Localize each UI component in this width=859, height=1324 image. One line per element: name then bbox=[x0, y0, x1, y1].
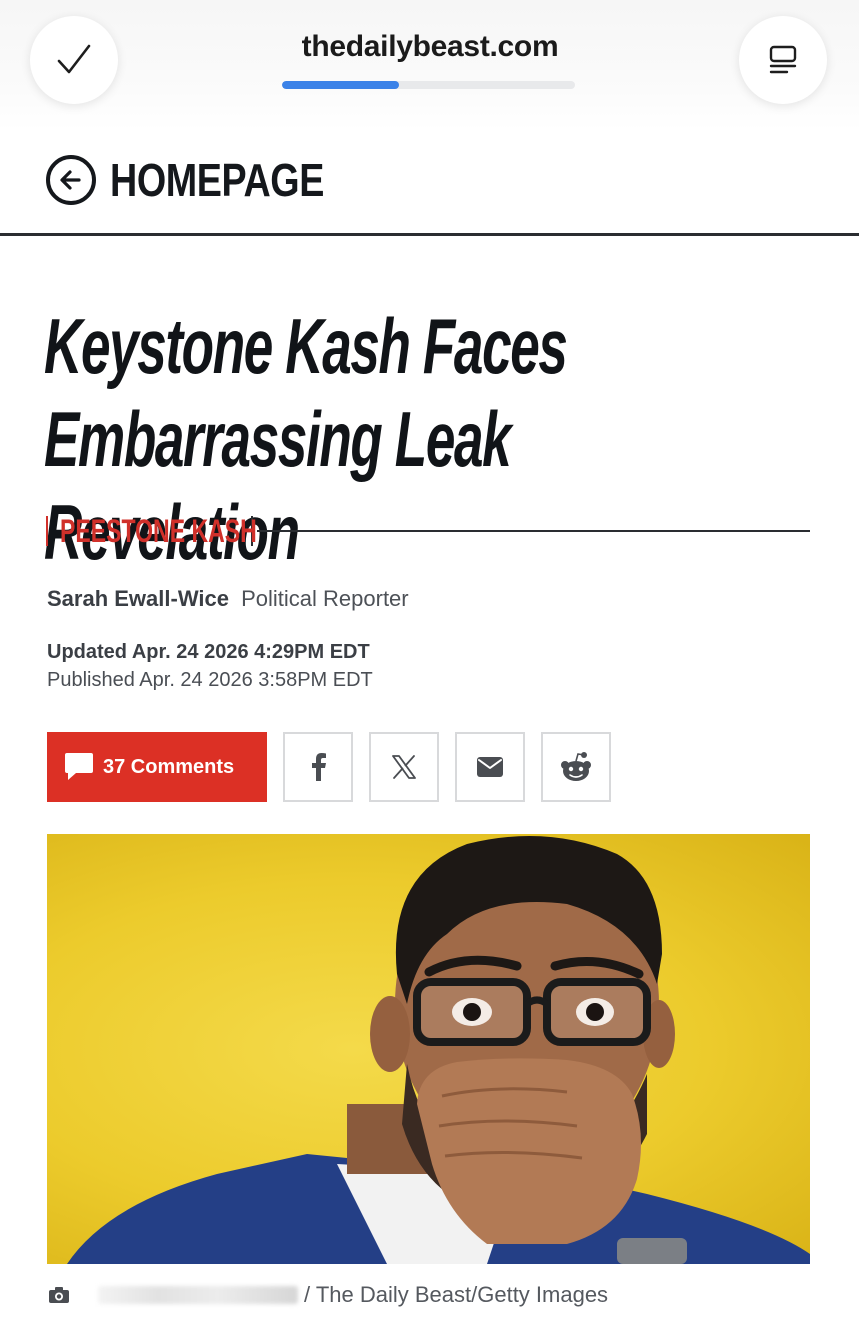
rubric-label-text: PEESTONE KASH bbox=[60, 512, 257, 549]
nav-divider bbox=[0, 233, 859, 236]
homepage-label: HOMEPAGE bbox=[110, 154, 324, 206]
facebook-icon bbox=[312, 753, 326, 781]
comment-bubble-icon bbox=[65, 753, 93, 780]
reader-mode-button[interactable] bbox=[739, 16, 827, 104]
reddit-icon bbox=[561, 752, 591, 781]
blurred-caption-text bbox=[98, 1286, 298, 1304]
email-icon bbox=[477, 757, 503, 777]
homepage-back-link[interactable]: HOMEPAGE bbox=[46, 150, 371, 210]
share-email-button[interactable] bbox=[455, 732, 525, 802]
page-load-progress bbox=[282, 81, 575, 89]
browser-toolbar: thedailybeast.com bbox=[0, 0, 859, 130]
share-reddit-button[interactable] bbox=[541, 732, 611, 802]
reader-mode-icon bbox=[769, 45, 797, 74]
share-facebook-button[interactable] bbox=[283, 732, 353, 802]
share-x-button[interactable] bbox=[369, 732, 439, 802]
done-button[interactable] bbox=[30, 16, 118, 104]
back-arrow-icon bbox=[46, 155, 96, 205]
camera-icon bbox=[49, 1287, 69, 1303]
article-rubric[interactable]: PEESTONE KASH bbox=[46, 508, 810, 554]
rubric-label[interactable]: PEESTONE KASH bbox=[60, 513, 257, 550]
comments-count-label: 37 Comments bbox=[103, 755, 235, 778]
comments-button[interactable]: 37 Comments bbox=[47, 732, 267, 802]
rubric-rule bbox=[257, 530, 810, 532]
article-dates: Updated Apr. 24 2026 4:29PM EDT Publishe… bbox=[47, 638, 373, 694]
photo-of-man-covering-mouth bbox=[67, 836, 810, 1264]
checkmark-icon bbox=[57, 44, 91, 74]
hero-image[interactable] bbox=[47, 834, 810, 1264]
x-icon bbox=[392, 755, 416, 779]
address-bar-url[interactable]: thedailybeast.com bbox=[230, 30, 630, 64]
author-name[interactable]: Sarah Ewall-Wice bbox=[47, 586, 229, 611]
published-date: Published Apr. 24 2026 3:58PM EDT bbox=[47, 669, 373, 691]
updated-date: Updated Apr. 24 2026 4:29PM EDT bbox=[47, 641, 370, 663]
byline: Sarah Ewall-Wice Political Reporter bbox=[47, 586, 409, 612]
rubric-left-bar bbox=[46, 516, 48, 546]
author-role: Political Reporter bbox=[241, 586, 409, 611]
image-caption: / The Daily Beast/Getty Images bbox=[48, 1280, 608, 1310]
page-load-progress-fill bbox=[282, 81, 400, 89]
image-credit: / The Daily Beast/Getty Images bbox=[304, 1282, 609, 1307]
